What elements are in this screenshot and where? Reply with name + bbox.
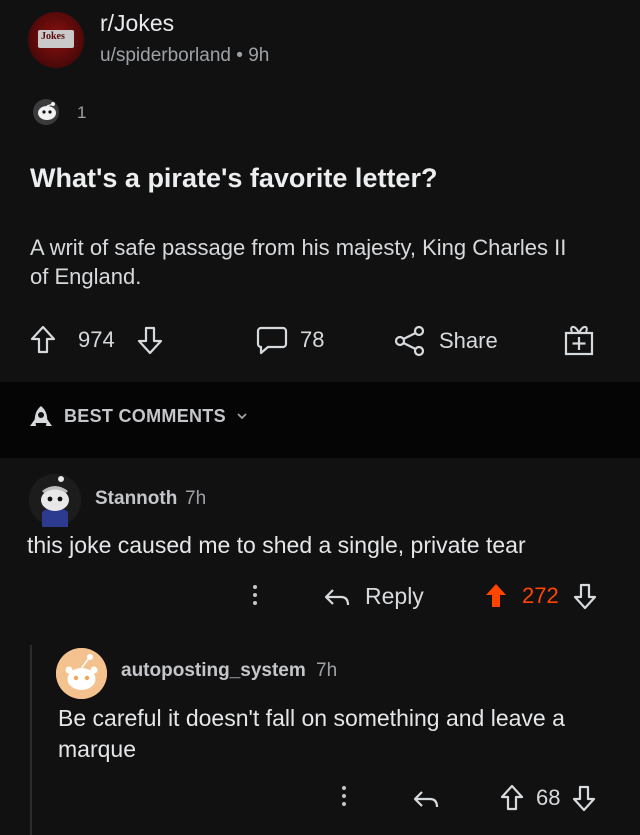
- comment-vote-count: 68: [536, 785, 561, 810]
- award-count: 1: [77, 103, 87, 122]
- subreddit-avatar[interactable]: Jokes: [28, 12, 84, 68]
- avatar[interactable]: [28, 473, 82, 527]
- comment-text: Be careful it doesn't fall on something …: [58, 705, 565, 762]
- post-age: 9h: [248, 45, 270, 66]
- post-upvote-count: 974: [78, 327, 115, 352]
- share-button[interactable]: Share: [393, 325, 498, 357]
- comment-text: this joke caused me to shed a single, pr…: [27, 532, 526, 558]
- sort-label: BEST COMMENTS: [64, 406, 226, 426]
- more-options-icon[interactable]: [341, 786, 347, 806]
- more-options-icon[interactable]: [252, 585, 258, 605]
- post-title[interactable]: What's a pirate's favorite letter?: [30, 163, 437, 194]
- post-vote-bar: 974: [30, 325, 163, 355]
- comment-icon: [256, 325, 288, 355]
- comment-author[interactable]: autoposting_system: [121, 660, 306, 682]
- upvote-icon[interactable]: [30, 325, 56, 355]
- post-meta: u/spiderborland • 9h: [100, 45, 269, 67]
- chevron-down-icon[interactable]: [236, 411, 248, 421]
- comment-age: 7h: [185, 488, 207, 509]
- comment-age: 7h: [316, 660, 338, 681]
- post-body: A writ of safe passage from his majesty,…: [30, 235, 567, 289]
- share-icon: [393, 325, 427, 357]
- reply-button[interactable]: Reply: [323, 583, 424, 610]
- avatar[interactable]: [56, 648, 107, 699]
- comment-vote-count: 272: [522, 583, 559, 608]
- reply-icon: [323, 586, 351, 608]
- give-award-icon[interactable]: [563, 322, 595, 356]
- comment-vote-bar: 272: [484, 582, 597, 610]
- comment-count: 78: [300, 327, 325, 352]
- post-author[interactable]: u/spiderborland: [100, 45, 231, 66]
- downvote-icon[interactable]: [137, 325, 163, 355]
- upvote-icon[interactable]: [500, 784, 524, 812]
- subreddit-avatar-text: Jokes: [41, 31, 65, 42]
- award-icon[interactable]: [32, 98, 70, 126]
- comments-button[interactable]: 78: [256, 325, 324, 355]
- upvote-icon[interactable]: [484, 582, 508, 610]
- comment-author[interactable]: Stannoth: [95, 488, 177, 510]
- reply-icon[interactable]: [412, 788, 440, 810]
- meta-separator: •: [236, 45, 243, 66]
- sort-dropdown[interactable]: BEST COMMENTS: [64, 406, 226, 427]
- downvote-icon[interactable]: [573, 582, 597, 610]
- downvote-icon[interactable]: [572, 784, 596, 812]
- share-label: Share: [439, 328, 498, 353]
- rocket-icon: [28, 404, 54, 430]
- reply-label: Reply: [365, 583, 424, 609]
- subreddit-name[interactable]: r/Jokes: [100, 10, 174, 37]
- comment-vote-bar: 68: [500, 784, 596, 812]
- thread-line[interactable]: [30, 645, 32, 835]
